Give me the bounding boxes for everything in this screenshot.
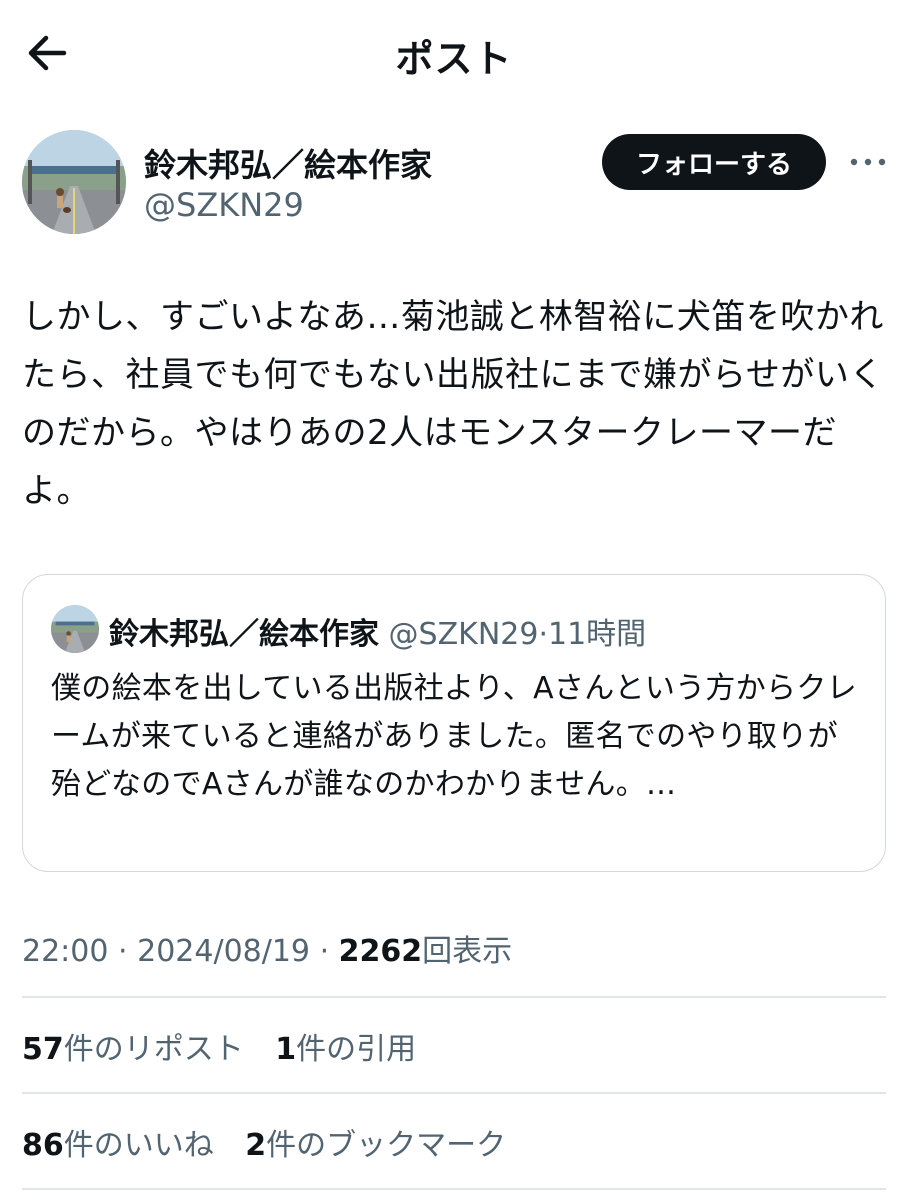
quoted-timestamp: 11時間 [547, 617, 647, 652]
bookmark-count-link[interactable]: 2件のブックマーク [245, 1128, 506, 1163]
quoted-avatar [51, 605, 99, 653]
view-count: 2262 [338, 934, 423, 969]
bookmark-label: 件のブックマーク [266, 1128, 507, 1163]
stats-row-reposts: 57件のリポスト 1件の引用 [22, 1024, 438, 1068]
divider [22, 1092, 886, 1094]
avatar-image [22, 130, 126, 234]
author-name[interactable]: 鈴木邦弘／絵本作家 [144, 140, 432, 186]
post-text: しかし、すごいよなあ…菊池誠と林智裕に犬笛を吹かれたら、社員でも何でもない出版社… [22, 297, 884, 511]
bookmark-count: 2 [245, 1128, 267, 1163]
post-meta: 22:00 · 2024/08/19 · 2262回表示 [22, 926, 512, 970]
quoted-author-handle: @SZKN29 [388, 617, 539, 652]
meta-separator-1: · [118, 934, 128, 969]
like-count: 86 [22, 1128, 64, 1163]
quoted-header: 鈴木邦弘／絵本作家 @SZKN29·11時間 [109, 609, 646, 653]
ellipsis-icon[interactable] [848, 148, 888, 176]
quoted-avatar-image [51, 605, 99, 653]
like-count-link[interactable]: 86件のいいね [22, 1128, 214, 1163]
like-label: 件のいいね [63, 1128, 214, 1163]
avatar[interactable] [22, 130, 126, 234]
quoted-text: 僕の絵本を出している出版社より、Aさんという方からクレームが来ていると連絡があり… [51, 671, 857, 802]
meta-separator-2: · [319, 934, 330, 969]
repost-label: 件のリポスト [63, 1032, 244, 1067]
post-time[interactable]: 22:00 [22, 934, 108, 969]
top-bar: ポスト [0, 0, 908, 104]
view-label: 回表示 [422, 934, 513, 969]
post-date[interactable]: 2024/08/19 [137, 934, 310, 969]
quoted-author-name: 鈴木邦弘／絵本作家 [109, 617, 379, 652]
follow-button[interactable]: フォローする [602, 134, 826, 190]
author-handle[interactable]: @SZKN29 [144, 186, 304, 224]
author-row: 鈴木邦弘／絵本作家 @SZKN29 フォローする [22, 130, 888, 240]
quote-count-link[interactable]: 1件の引用 [275, 1032, 416, 1067]
quoted-post[interactable]: 鈴木邦弘／絵本作家 @SZKN29·11時間 僕の絵本を出している出版社より、A… [22, 574, 886, 872]
repost-count: 57 [22, 1032, 64, 1067]
divider [22, 996, 886, 998]
repost-count-link[interactable]: 57件のリポスト [22, 1032, 244, 1067]
quoted-separator: · [538, 617, 548, 652]
divider [22, 1188, 886, 1190]
page-title: ポスト [395, 37, 513, 81]
quote-count: 1 [275, 1032, 297, 1067]
stats-row-likes: 86件のいいね 2件のブックマーク [22, 1120, 528, 1164]
quote-label: 件の引用 [296, 1032, 417, 1067]
